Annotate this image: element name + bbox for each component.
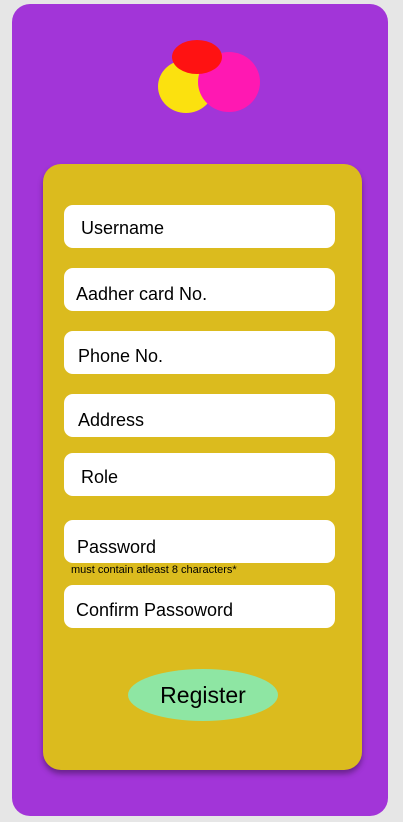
register-button[interactable]: Register bbox=[128, 669, 278, 721]
address-field-label: Address bbox=[78, 410, 145, 430]
username-field-label: Username bbox=[81, 218, 165, 238]
phone-field-label: Phone No. bbox=[78, 346, 164, 366]
logo-red-circle bbox=[172, 40, 222, 74]
role-field-label: Role bbox=[81, 467, 119, 487]
password-field[interactable]: Password bbox=[64, 520, 335, 563]
phone-field[interactable]: Phone No. bbox=[64, 331, 335, 374]
role-field[interactable]: Role bbox=[64, 453, 335, 496]
password-hint: must contain atleast 8 characters* bbox=[71, 564, 237, 576]
aadhar-card-field-label: Aadher card No. bbox=[76, 284, 208, 304]
aadhar-card-field[interactable]: Aadher card No. bbox=[64, 268, 335, 311]
confirm-password-field-label: Confirm Passoword bbox=[76, 600, 234, 620]
logo bbox=[158, 40, 268, 120]
app-screen: Username Aadher card No. Phone No. Addre… bbox=[12, 4, 388, 816]
registration-card: Username Aadher card No. Phone No. Addre… bbox=[43, 164, 362, 770]
password-field-label: Password bbox=[77, 537, 157, 557]
username-field[interactable]: Username bbox=[64, 205, 335, 248]
confirm-password-field[interactable]: Confirm Passoword bbox=[64, 585, 335, 628]
address-field[interactable]: Address bbox=[64, 394, 335, 437]
